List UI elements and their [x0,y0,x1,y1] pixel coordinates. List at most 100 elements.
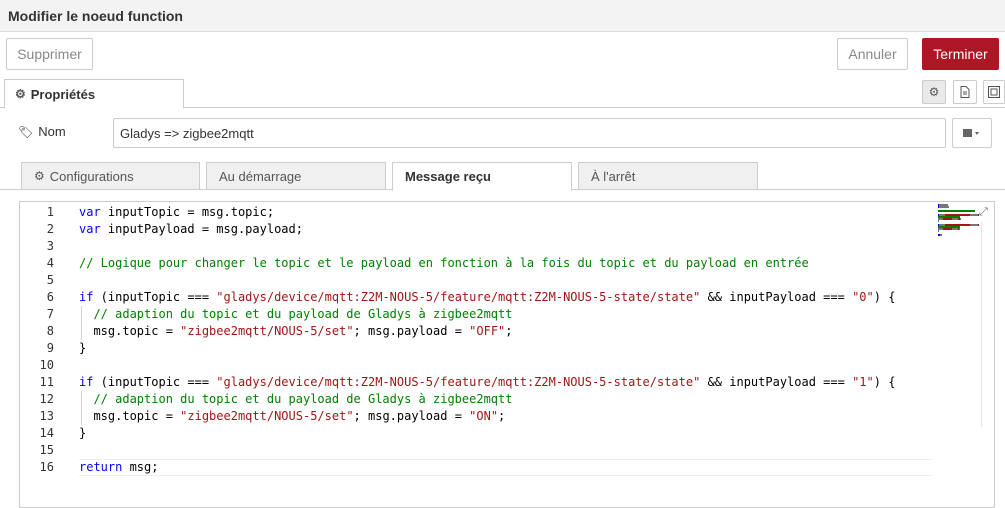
layout-icon [988,86,1000,98]
delete-button[interactable]: Supprimer [6,38,93,70]
line-number: 8 [46,324,54,338]
description-tab-button[interactable] [953,80,977,104]
code-line: var inputPayload = msg.payload; [79,221,303,238]
code-line: var inputTopic = msg.topic; [79,204,274,221]
code-token: "gladys/device/mqtt:Z2M-NOUS-5/feature/m… [216,290,701,304]
minimap-mark [969,214,978,216]
code-line: if (inputTopic === "gladys/device/mqtt:Z… [79,289,895,306]
line-number: 2 [46,222,54,236]
line-number: 5 [46,273,54,287]
gear-icon: ⚙ [34,169,45,183]
code-token: var [79,222,101,236]
code-token: && inputPayload === [700,290,853,304]
code-token: if [79,375,94,389]
code-token: "1" [852,375,874,389]
code-token: ; msg.payload = [353,324,470,338]
code-token: // adaption du topic et du payload de Gl… [79,392,513,406]
line-number: 12 [39,392,54,406]
tab-configurations-label: Configurations [49,168,134,184]
line-number: 7 [46,307,54,321]
line-number: 14 [39,426,54,440]
code-token: var [79,205,101,219]
tab-on-stop-label: À l'arrêt [591,168,636,184]
minimap-mark [939,206,950,208]
code-token: "0" [852,290,874,304]
cancel-button[interactable]: Annuler [837,38,908,70]
code-token: return [79,460,123,474]
line-number: 4 [46,256,54,270]
done-button[interactable]: Terminer [922,38,999,70]
book-icon [963,129,979,137]
line-number: 1 [46,205,54,219]
code-line: } [79,425,86,442]
name-label: 🏷 Nom [18,124,66,139]
code-token: ) { [873,375,896,389]
code-token: ; [505,324,513,338]
code-line: msg.topic = "zigbee2mqtt/NOUS-5/set"; ms… [79,408,505,425]
code-token: // Logique pour changer le topic et le p… [79,256,809,270]
name-input[interactable] [113,118,946,148]
tag-icon: 🏷 [18,124,34,139]
code-token: "zigbee2mqtt/NOUS-5/set" [180,409,354,423]
code-token: "ON" [469,409,499,423]
tab-on-message[interactable]: Message reçu [392,162,572,191]
code-token: (inputTopic === [93,290,217,304]
tab-on-message-label: Message reçu [405,169,491,184]
code-token: inputTopic = msg.topic; [100,205,275,219]
code-token: && inputPayload === [700,375,853,389]
minimap-mark [943,228,953,230]
code-token: if [79,290,94,304]
code-editor[interactable]: 1 2 3 4 5 6 7 8 9 10 11 12 13 14 15 16 var inputTopic =… [19,201,995,508]
code-token: ; msg.payload = [353,409,470,423]
code-token: msg.topic = [79,409,181,423]
code-line: if (inputTopic === "gladys/device/mqtt:Z… [79,374,895,391]
dialog-toolbar: Supprimer Annuler Terminer [0,32,1005,76]
tab-on-start[interactable]: Au démarrage [206,162,386,190]
code-line: // adaption du topic et du payload de Gl… [79,306,512,323]
code-token: // adaption du topic et du payload de Gl… [79,307,513,321]
dialog-titlebar: Modifier le noeud function [0,0,1005,32]
expand-icon[interactable]: ⤢ [979,205,988,219]
name-row: 🏷 Nom [0,118,1005,148]
line-number: 9 [46,341,54,355]
code-minimap[interactable] [938,204,982,236]
gear-icon: ⚙ [928,85,940,99]
name-label-text: Nom [38,124,66,139]
code-token: inputPayload = msg.payload; [100,222,303,236]
active-line-highlight [79,459,931,476]
minimap-mark [943,218,953,220]
gear-icon: ⚙ [15,87,26,101]
line-number: 3 [46,239,54,253]
tab-properties-label: Propriétés [30,86,96,102]
code-token: (inputTopic === [93,375,217,389]
code-line: return msg; [79,459,158,476]
code-token: "zigbee2mqtt/NOUS-5/set" [180,324,354,338]
code-token: } [79,426,87,440]
library-button[interactable] [952,118,992,148]
code-line: msg.topic = "zigbee2mqtt/NOUS-5/set"; ms… [79,323,513,340]
code-token: "gladys/device/mqtt:Z2M-NOUS-5/feature/m… [216,375,701,389]
minimap-mark [938,210,976,212]
code-line: } [79,340,86,357]
code-token: ) { [873,290,896,304]
settings-tab-button[interactable]: ⚙ [922,80,946,104]
appearance-tab-button[interactable] [983,80,1005,104]
tab-properties[interactable]: ⚙ Propriétés [4,79,184,109]
code-line: // adaption du topic et du payload de Gl… [79,391,512,408]
tab-configurations[interactable]: ⚙ Configurations [21,162,200,190]
line-number: 15 [39,443,54,457]
code-token: ; [498,409,506,423]
line-number-gutter: 1 2 3 4 5 6 7 8 9 10 11 12 13 14 15 16 [20,202,66,507]
tab-on-stop[interactable]: À l'arrêt [578,162,758,190]
editor-scrollbar[interactable] [981,222,993,427]
document-icon [960,86,970,98]
minimap-mark [940,234,943,236]
minimap-mark [969,224,978,226]
code-token: msg.topic = [79,324,181,338]
line-number: 11 [39,375,54,389]
line-number: 6 [46,290,54,304]
tab-on-start-label: Au démarrage [219,168,302,184]
code-token: "OFF" [469,324,506,338]
properties-tab-bar: ⚙ Propriétés ⚙ [0,76,1005,109]
dialog-title: Modifier le noeud function [8,8,183,24]
